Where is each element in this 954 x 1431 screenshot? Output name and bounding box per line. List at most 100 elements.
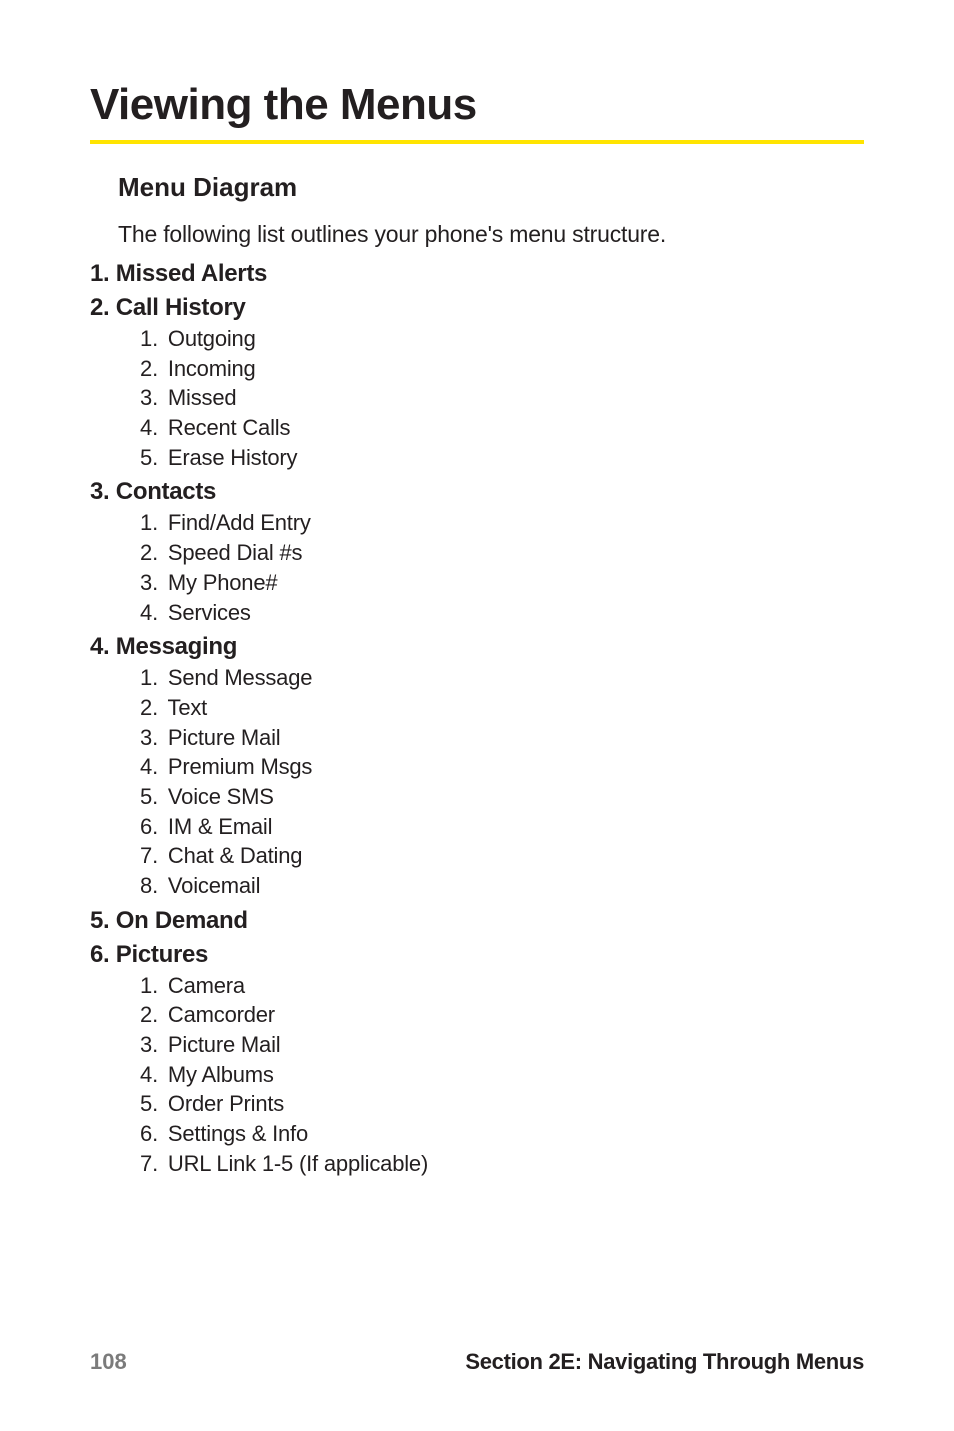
section-label: Section 2E: Navigating Through Menus bbox=[465, 1349, 864, 1375]
menu-sub-label: Speed Dial #s bbox=[168, 540, 302, 565]
menu-sub-label: Services bbox=[168, 600, 251, 625]
menu-sub-label: Missed bbox=[168, 385, 237, 410]
menu-top-item: 6. Pictures bbox=[90, 941, 864, 969]
menu-sub-label: IM & Email bbox=[168, 814, 272, 839]
menu-sublist: 1. Find/Add Entry2. Speed Dial #s3. My P… bbox=[138, 508, 864, 627]
menu-sub-label: Incoming bbox=[168, 356, 256, 381]
menu-sub-item: 7. Chat & Dating bbox=[138, 841, 864, 871]
menu-sub-number: 2. bbox=[138, 693, 158, 723]
menu-sub-item: 5. Order Prints bbox=[138, 1089, 864, 1119]
menu-sub-number: 5. bbox=[138, 782, 158, 812]
menu-sub-label: Text bbox=[168, 695, 208, 720]
menu-sub-label: Camcorder bbox=[168, 1002, 275, 1027]
menu-sub-item: 3. My Phone# bbox=[138, 568, 864, 598]
menu-sub-number: 3. bbox=[138, 568, 158, 598]
menu-sub-item: 2. Camcorder bbox=[138, 1000, 864, 1030]
menu-sub-label: Picture Mail bbox=[168, 1032, 281, 1057]
menu-sub-item: 1. Send Message bbox=[138, 663, 864, 693]
menu-sub-item: 1. Outgoing bbox=[138, 324, 864, 354]
menu-sub-item: 2. Incoming bbox=[138, 354, 864, 384]
menu-sublist: 1. Outgoing2. Incoming3. Missed4. Recent… bbox=[138, 324, 864, 472]
menu-sub-number: 6. bbox=[138, 1119, 158, 1149]
menu-top-label: Pictures bbox=[116, 941, 208, 968]
subheading-menu-diagram: Menu Diagram bbox=[118, 172, 864, 203]
menu-top-number: 1. bbox=[90, 260, 109, 287]
menu-sub-label: Premium Msgs bbox=[168, 754, 312, 779]
menu-sub-item: 4. Recent Calls bbox=[138, 413, 864, 443]
menu-sub-item: 3. Picture Mail bbox=[138, 1030, 864, 1060]
menu-sub-label: Find/Add Entry bbox=[168, 510, 311, 535]
menu-sub-number: 1. bbox=[138, 663, 158, 693]
menu-sub-item: 7. URL Link 1-5 (If applicable) bbox=[138, 1149, 864, 1179]
menu-sub-item: 5. Voice SMS bbox=[138, 782, 864, 812]
menu-sub-number: 4. bbox=[138, 413, 158, 443]
menu-sub-label: Picture Mail bbox=[168, 725, 281, 750]
intro-text: The following list outlines your phone's… bbox=[118, 221, 864, 248]
menu-sub-item: 8. Voicemail bbox=[138, 871, 864, 901]
menu-sub-label: Erase History bbox=[168, 445, 297, 470]
menu-top-item: 4. Messaging bbox=[90, 633, 864, 661]
menu-sub-item: 1. Camera bbox=[138, 971, 864, 1001]
page-number: 108 bbox=[90, 1349, 127, 1375]
menu-top-number: 4. bbox=[90, 633, 109, 660]
menu-sub-item: 2. Text bbox=[138, 693, 864, 723]
menu-top-item: 5. On Demand bbox=[90, 907, 864, 935]
menu-top-number: 6. bbox=[90, 941, 109, 968]
menu-sub-label: Send Message bbox=[168, 665, 312, 690]
menu-sub-item: 4. Services bbox=[138, 598, 864, 628]
menu-top-label: Call History bbox=[116, 294, 246, 321]
menu-sub-label: My Phone# bbox=[168, 570, 278, 595]
menu-sub-number: 5. bbox=[138, 1089, 158, 1119]
menu-sub-number: 4. bbox=[138, 598, 158, 628]
menu-sub-label: Voicemail bbox=[168, 873, 260, 898]
menu-sub-number: 4. bbox=[138, 752, 158, 782]
menu-sub-item: 4. My Albums bbox=[138, 1060, 864, 1090]
menu-sub-number: 7. bbox=[138, 1149, 158, 1179]
menu-sub-item: 3. Picture Mail bbox=[138, 723, 864, 753]
menu-sub-label: Order Prints bbox=[168, 1091, 284, 1116]
menu-sub-number: 7. bbox=[138, 841, 158, 871]
menu-sublist: 1. Send Message2. Text3. Picture Mail4. … bbox=[138, 663, 864, 901]
menu-top-label: Messaging bbox=[116, 633, 237, 660]
menu-top-item: 3. Contacts bbox=[90, 478, 864, 506]
menu-sub-item: 5. Erase History bbox=[138, 443, 864, 473]
menu-sub-number: 3. bbox=[138, 383, 158, 413]
menu-sub-item: 2. Speed Dial #s bbox=[138, 538, 864, 568]
menu-sub-number: 8. bbox=[138, 871, 158, 901]
menu-sub-number: 3. bbox=[138, 723, 158, 753]
title-rule bbox=[90, 140, 864, 144]
menu-sub-number: 3. bbox=[138, 1030, 158, 1060]
menu-sub-label: URL Link 1-5 (If applicable) bbox=[168, 1151, 428, 1176]
menu-sub-number: 1. bbox=[138, 508, 158, 538]
menu-top-number: 5. bbox=[90, 907, 109, 934]
menu-top-number: 3. bbox=[90, 478, 109, 505]
menu-top-number: 2. bbox=[90, 294, 109, 321]
menu-sub-number: 2. bbox=[138, 538, 158, 568]
menu-sub-label: My Albums bbox=[168, 1062, 274, 1087]
menu-sub-number: 4. bbox=[138, 1060, 158, 1090]
menu-structure: 1. Missed Alerts 2. Call History 1. Outgoi… bbox=[90, 260, 864, 1179]
menu-sub-number: 2. bbox=[138, 1000, 158, 1030]
menu-sub-number: 1. bbox=[138, 971, 158, 1001]
menu-sub-item: 6. IM & Email bbox=[138, 812, 864, 842]
menu-sub-label: Camera bbox=[168, 973, 245, 998]
page-footer: 108 Section 2E: Navigating Through Menus bbox=[90, 1349, 864, 1375]
menu-sub-number: 6. bbox=[138, 812, 158, 842]
menu-sub-number: 2. bbox=[138, 354, 158, 384]
menu-top-label: Contacts bbox=[116, 478, 216, 505]
menu-sublist: 1. Camera2. Camcorder3. Picture Mail4. M… bbox=[138, 971, 864, 1179]
menu-sub-label: Outgoing bbox=[168, 326, 256, 351]
menu-sub-item: 3. Missed bbox=[138, 383, 864, 413]
menu-sub-item: 4. Premium Msgs bbox=[138, 752, 864, 782]
menu-sub-item: 6. Settings & Info bbox=[138, 1119, 864, 1149]
menu-sub-number: 5. bbox=[138, 443, 158, 473]
menu-sub-number: 1. bbox=[138, 324, 158, 354]
menu-sub-label: Recent Calls bbox=[168, 415, 290, 440]
menu-top-item: 1. Missed Alerts bbox=[90, 260, 864, 288]
menu-sub-label: Settings & Info bbox=[168, 1121, 308, 1146]
menu-top-label: Missed Alerts bbox=[116, 260, 267, 287]
menu-sub-item: 1. Find/Add Entry bbox=[138, 508, 864, 538]
menu-sub-label: Voice SMS bbox=[168, 784, 274, 809]
menu-top-label: On Demand bbox=[116, 907, 248, 934]
page-title: Viewing the Menus bbox=[90, 80, 864, 130]
